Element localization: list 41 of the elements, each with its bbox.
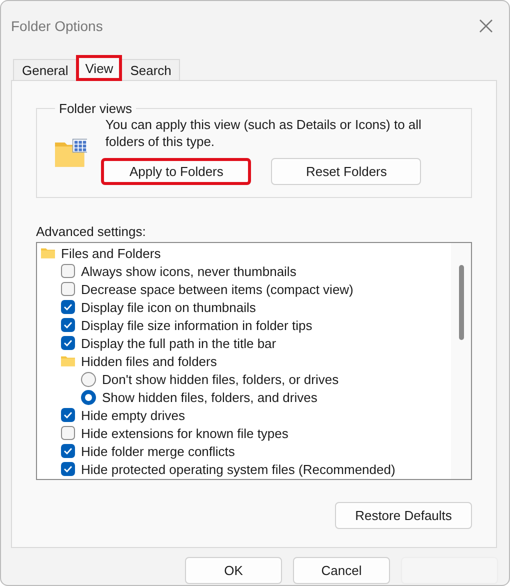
checkbox[interactable]	[61, 300, 75, 314]
setting-label: Show hidden files, folders, and drives	[102, 390, 318, 404]
setting-label: Display the full path in the title bar	[81, 336, 276, 350]
description-text: You can apply this view (such as Details or Icons) to all folders of this type.	[105, 116, 422, 150]
tab[interactable]: General	[13, 59, 78, 81]
advanced-settings-label: Advanced settings:	[36, 224, 147, 239]
folder-button[interactable]: Apply to Folders	[101, 158, 252, 185]
radio-button[interactable]	[81, 372, 96, 386]
setting-label: Display file icon on thumbnails	[81, 300, 256, 314]
checkbox[interactable]	[61, 444, 75, 458]
tab[interactable]: Search	[121, 59, 180, 81]
setting-label: Files and Folders	[61, 246, 161, 260]
close-button[interactable]	[477, 17, 495, 35]
setting-label: Don't show hidden files, folders, or drives	[102, 372, 339, 386]
setting-label: Hide folder merge conflicts	[81, 444, 235, 458]
restore-defaults-button[interactable]: Restore Defaults	[335, 502, 472, 529]
checkbox[interactable]	[61, 462, 75, 476]
tab[interactable]: View	[76, 55, 122, 81]
checkbox[interactable]	[61, 408, 75, 422]
folder-icon	[41, 247, 55, 259]
setting-label: Decrease space between items (compact view)	[81, 282, 354, 296]
setting-label: Hide empty drives	[81, 408, 186, 422]
checkbox[interactable]	[61, 264, 75, 278]
checkbox[interactable]	[61, 336, 75, 350]
setting-label: Hide extensions for known file types	[81, 426, 288, 440]
folder-button[interactable]: Reset Folders	[271, 158, 422, 185]
folder-icon	[61, 355, 75, 367]
checkbox[interactable]	[61, 282, 75, 296]
setting-label: Hide protected operating system files (Recommended)	[81, 462, 396, 476]
dialog-button[interactable]: OK	[185, 557, 282, 584]
group-title: Folder views	[58, 101, 133, 116]
dialog-button[interactable]: Cancel	[293, 557, 390, 584]
window-title: Folder Options	[11, 18, 103, 34]
checkbox[interactable]	[61, 318, 75, 332]
setting-label: Hidden files and folders	[81, 354, 217, 368]
checkbox[interactable]	[61, 426, 75, 440]
setting-label: Always show icons, never thumbnails	[81, 264, 296, 278]
folder-icon	[55, 136, 88, 170]
scrollbar-thumb[interactable]	[458, 265, 464, 340]
radio-button[interactable]	[81, 390, 96, 404]
setting-label: Display file size information in folder tips	[81, 318, 312, 332]
